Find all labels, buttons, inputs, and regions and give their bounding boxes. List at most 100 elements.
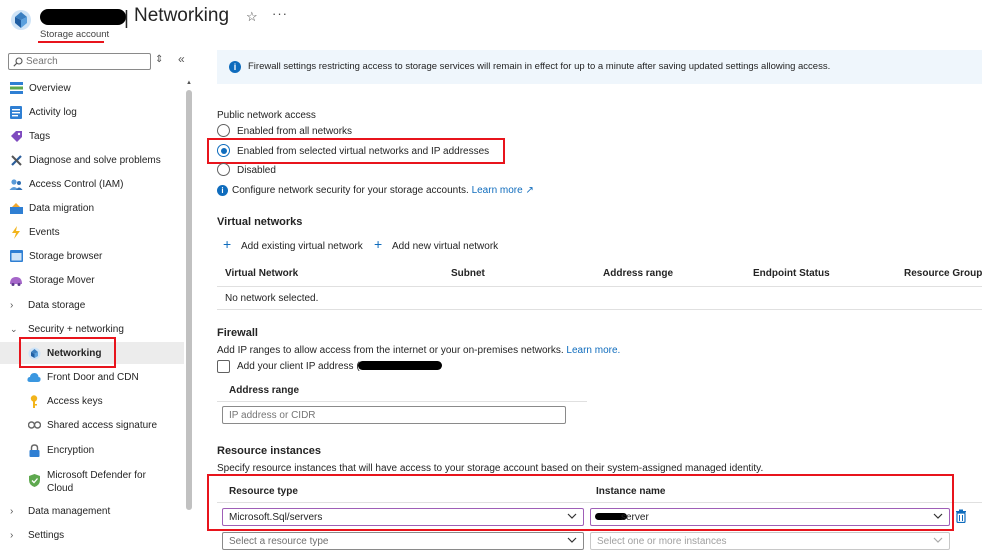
firewall-learn-more-link[interactable]: Learn more. [566,345,620,356]
resource-type-dropdown-empty[interactable]: Select a resource type [222,532,584,550]
wrench-icon [9,153,23,167]
sidebar-scrollbar[interactable]: ▲ [186,80,193,556]
delete-icon[interactable] [955,509,967,523]
firewall-description-text: Add IP ranges to allow access from the i… [217,345,564,356]
storage-mover-icon [9,273,23,287]
networking-icon [27,346,41,360]
activity-log-icon [9,105,23,119]
instance-name-dropdown[interactable]: server [590,508,950,526]
learn-more-link[interactable]: Learn more [472,185,523,196]
network-security-info-text: Configure network security for your stor… [232,185,469,196]
redacted-resource-name [40,9,126,25]
banner-text: Firewall settings restricting access to … [248,61,831,72]
sidebar: ⇕ « Overview Activity log Tags Diagnose … [0,48,196,557]
sidebar-item-activity-log[interactable]: Activity log [0,101,184,123]
table-bottom-divider [217,309,982,310]
plus-icon: + [374,236,383,252]
info-icon: i [217,185,228,196]
people-icon [9,177,23,191]
instance-name-dropdown-disabled: Select one or more instances [590,532,950,550]
sidebar-item-data-migration[interactable]: Data migration [0,197,184,219]
sidebar-item-encryption[interactable]: Encryption [0,439,184,461]
more-icon[interactable]: ··· [272,6,288,21]
sidebar-group-data-storage[interactable]: › Data storage [0,294,184,316]
lock-icon [27,443,41,457]
key-icon [27,394,41,408]
scrollbar-thumb[interactable] [186,90,192,510]
radio-selected-networks[interactable] [217,144,230,157]
sidebar-item-storage-browser[interactable]: Storage browser [0,245,184,267]
radio-selected-networks-label: Enabled from selected virtual networks a… [237,146,490,157]
info-icon: i [229,61,241,73]
network-security-info: Configure network security for your stor… [232,185,534,196]
storage-browser-icon [9,249,23,263]
sidebar-item-overview[interactable]: Overview [0,77,184,99]
scroll-up-icon[interactable]: ▲ [186,80,192,86]
redacted-client-ip [358,361,442,370]
tag-icon [9,129,23,143]
table-header-divider [217,286,982,287]
radio-disabled[interactable] [217,163,230,176]
add-existing-vnet-button[interactable]: Add existing virtual network [241,241,363,252]
no-network-text: No network selected. [225,293,319,304]
page-title: Networking [134,5,230,26]
sidebar-item-storage-mover[interactable]: Storage Mover [0,269,184,291]
resource-header-divider [217,502,982,503]
col-instance-name: Instance name [596,486,666,497]
external-link-icon: ↗ [525,185,534,196]
sidebar-group-security-networking[interactable]: ⌄ Security + networking [0,318,184,340]
search-input[interactable] [26,55,146,68]
cloud-icon [27,370,41,384]
chevron-down-icon [933,513,943,519]
sidebar-item-front-door[interactable]: Front Door and CDN [0,366,184,388]
add-new-vnet-button[interactable]: Add new virtual network [392,241,498,252]
radio-all-networks[interactable] [217,124,230,137]
sidebar-group-settings[interactable]: › Settings [0,524,184,546]
chevron-right-icon: › [10,529,14,541]
resource-type-dropdown[interactable]: Microsoft.Sql/servers [222,508,584,526]
radio-disabled-label: Disabled [237,165,276,176]
subtitle-underline-annotation [38,41,104,43]
col-address-range-firewall: Address range [229,385,300,396]
sidebar-item-access-keys[interactable]: Access keys [0,390,184,412]
sidebar-search[interactable] [8,53,151,70]
col-address-range[interactable]: Address range [603,268,673,279]
overview-icon [9,81,23,95]
plus-icon: + [223,236,232,252]
sidebar-item-sas[interactable]: Shared access signature [0,414,184,436]
sidebar-item-networking[interactable]: Networking [0,342,184,364]
title-separator: | [124,8,129,29]
resource-instances-description: Specify resource instances that will hav… [217,463,764,474]
sidebar-item-diagnose[interactable]: Diagnose and solve problems [0,149,184,171]
sort-icon[interactable]: ⇕ [155,54,163,65]
lightning-icon [9,225,23,239]
chevron-down-icon: ⌄ [10,323,18,334]
col-resource-type: Resource type [229,486,298,497]
chevron-down-icon [567,537,577,543]
sidebar-item-defender[interactable]: Microsoft Defender for Cloud [0,463,184,497]
sidebar-item-iam[interactable]: Access Control (IAM) [0,173,184,195]
col-endpoint-status[interactable]: Endpoint Status [753,268,830,279]
resource-type-subtitle: Storage account [40,29,110,40]
client-ip-label: Add your client IP address (' [237,361,362,372]
chevron-right-icon: › [10,505,14,517]
sidebar-item-tags[interactable]: Tags [0,125,184,147]
star-icon[interactable]: ☆ [246,9,258,25]
chevron-down-icon [567,513,577,519]
page-header: | Networking ☆ ··· Storage account [0,0,999,48]
collapse-sidebar-icon[interactable]: « [178,52,185,66]
search-icon [13,57,23,67]
ip-address-input[interactable] [229,409,549,421]
client-ip-checkbox[interactable] [217,360,230,373]
col-virtual-network[interactable]: Virtual Network [225,268,298,279]
public-access-label: Public network access [217,110,316,121]
firewall-title: Firewall [217,327,258,339]
col-subnet[interactable]: Subnet [451,268,485,279]
sidebar-group-data-management[interactable]: › Data management [0,500,184,522]
ip-address-field[interactable] [222,406,566,424]
instance-name-value: server [621,512,649,523]
sidebar-item-events[interactable]: Events [0,221,184,243]
col-resource-group[interactable]: Resource Group [904,268,982,279]
info-banner: i Firewall settings restricting access t… [217,50,982,84]
data-migration-icon [9,201,23,215]
